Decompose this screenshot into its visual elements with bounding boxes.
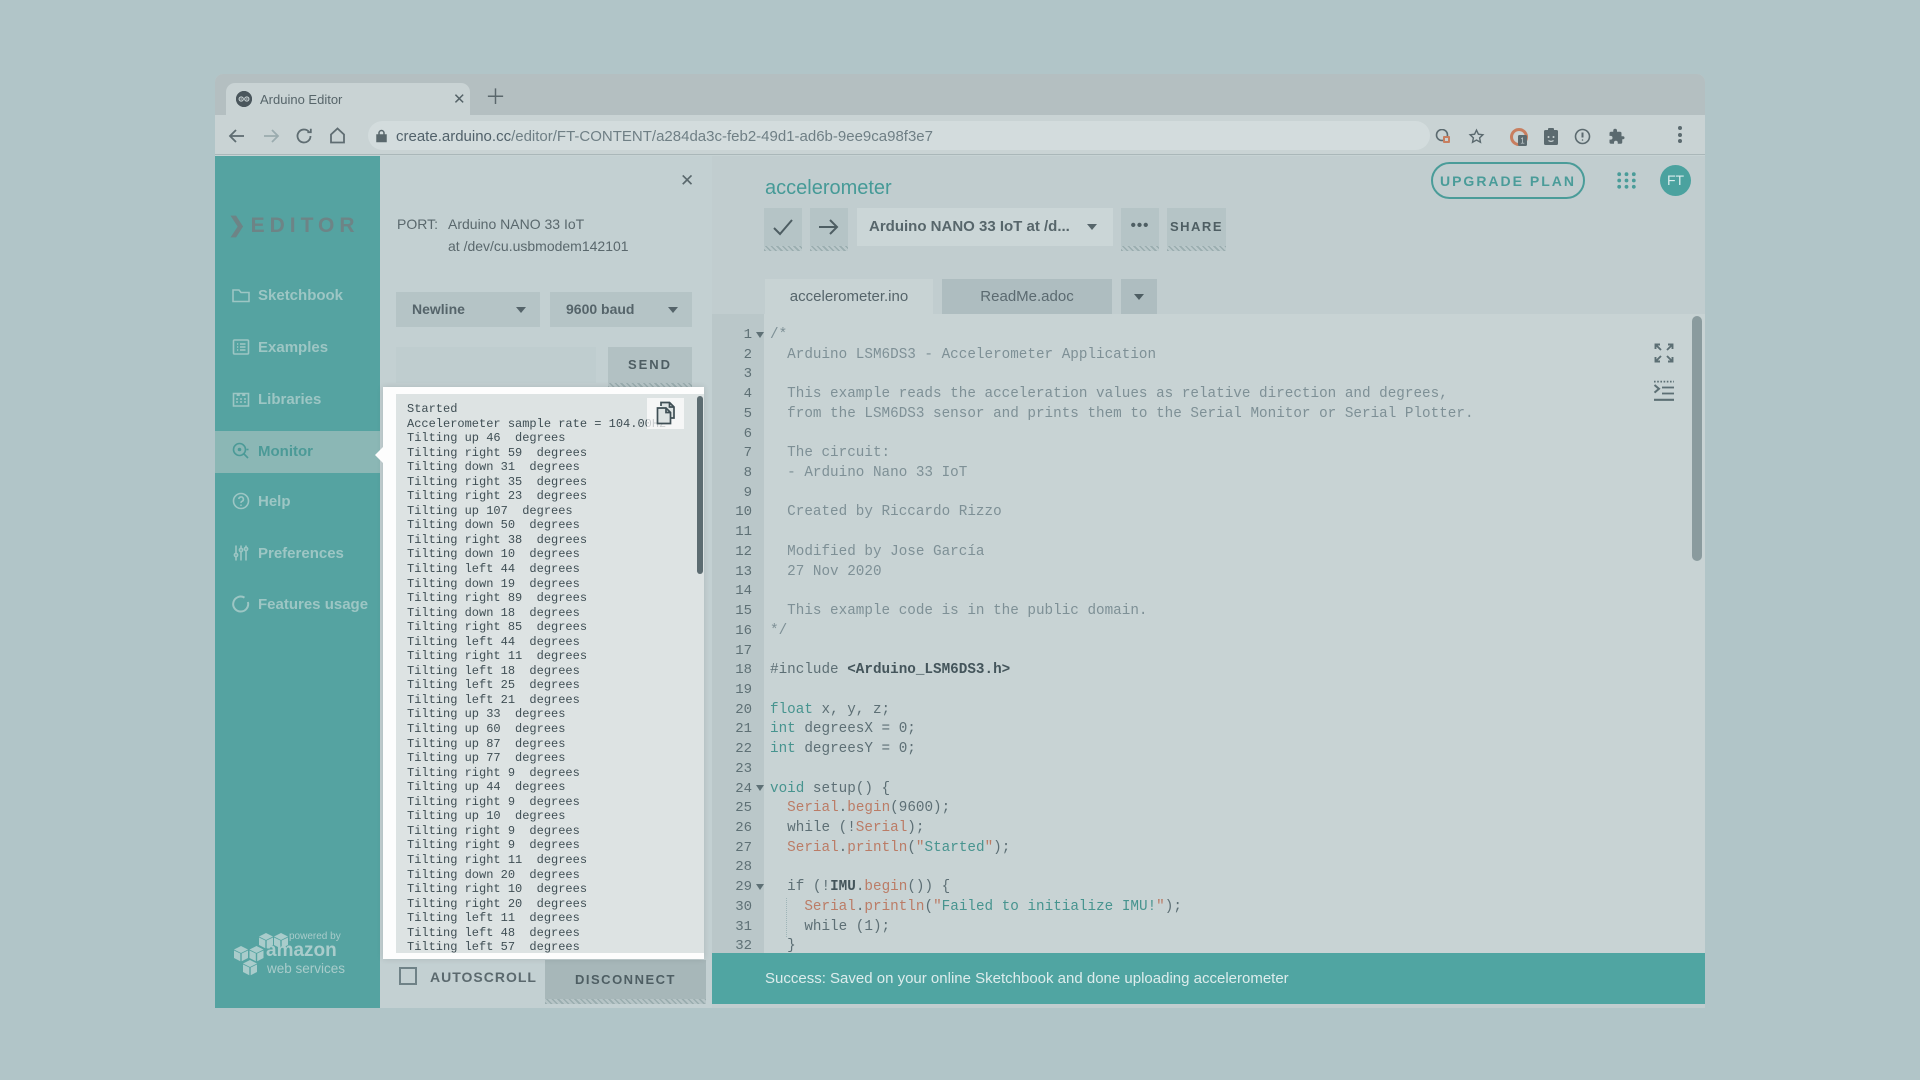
svg-text:1: 1	[1520, 137, 1525, 146]
